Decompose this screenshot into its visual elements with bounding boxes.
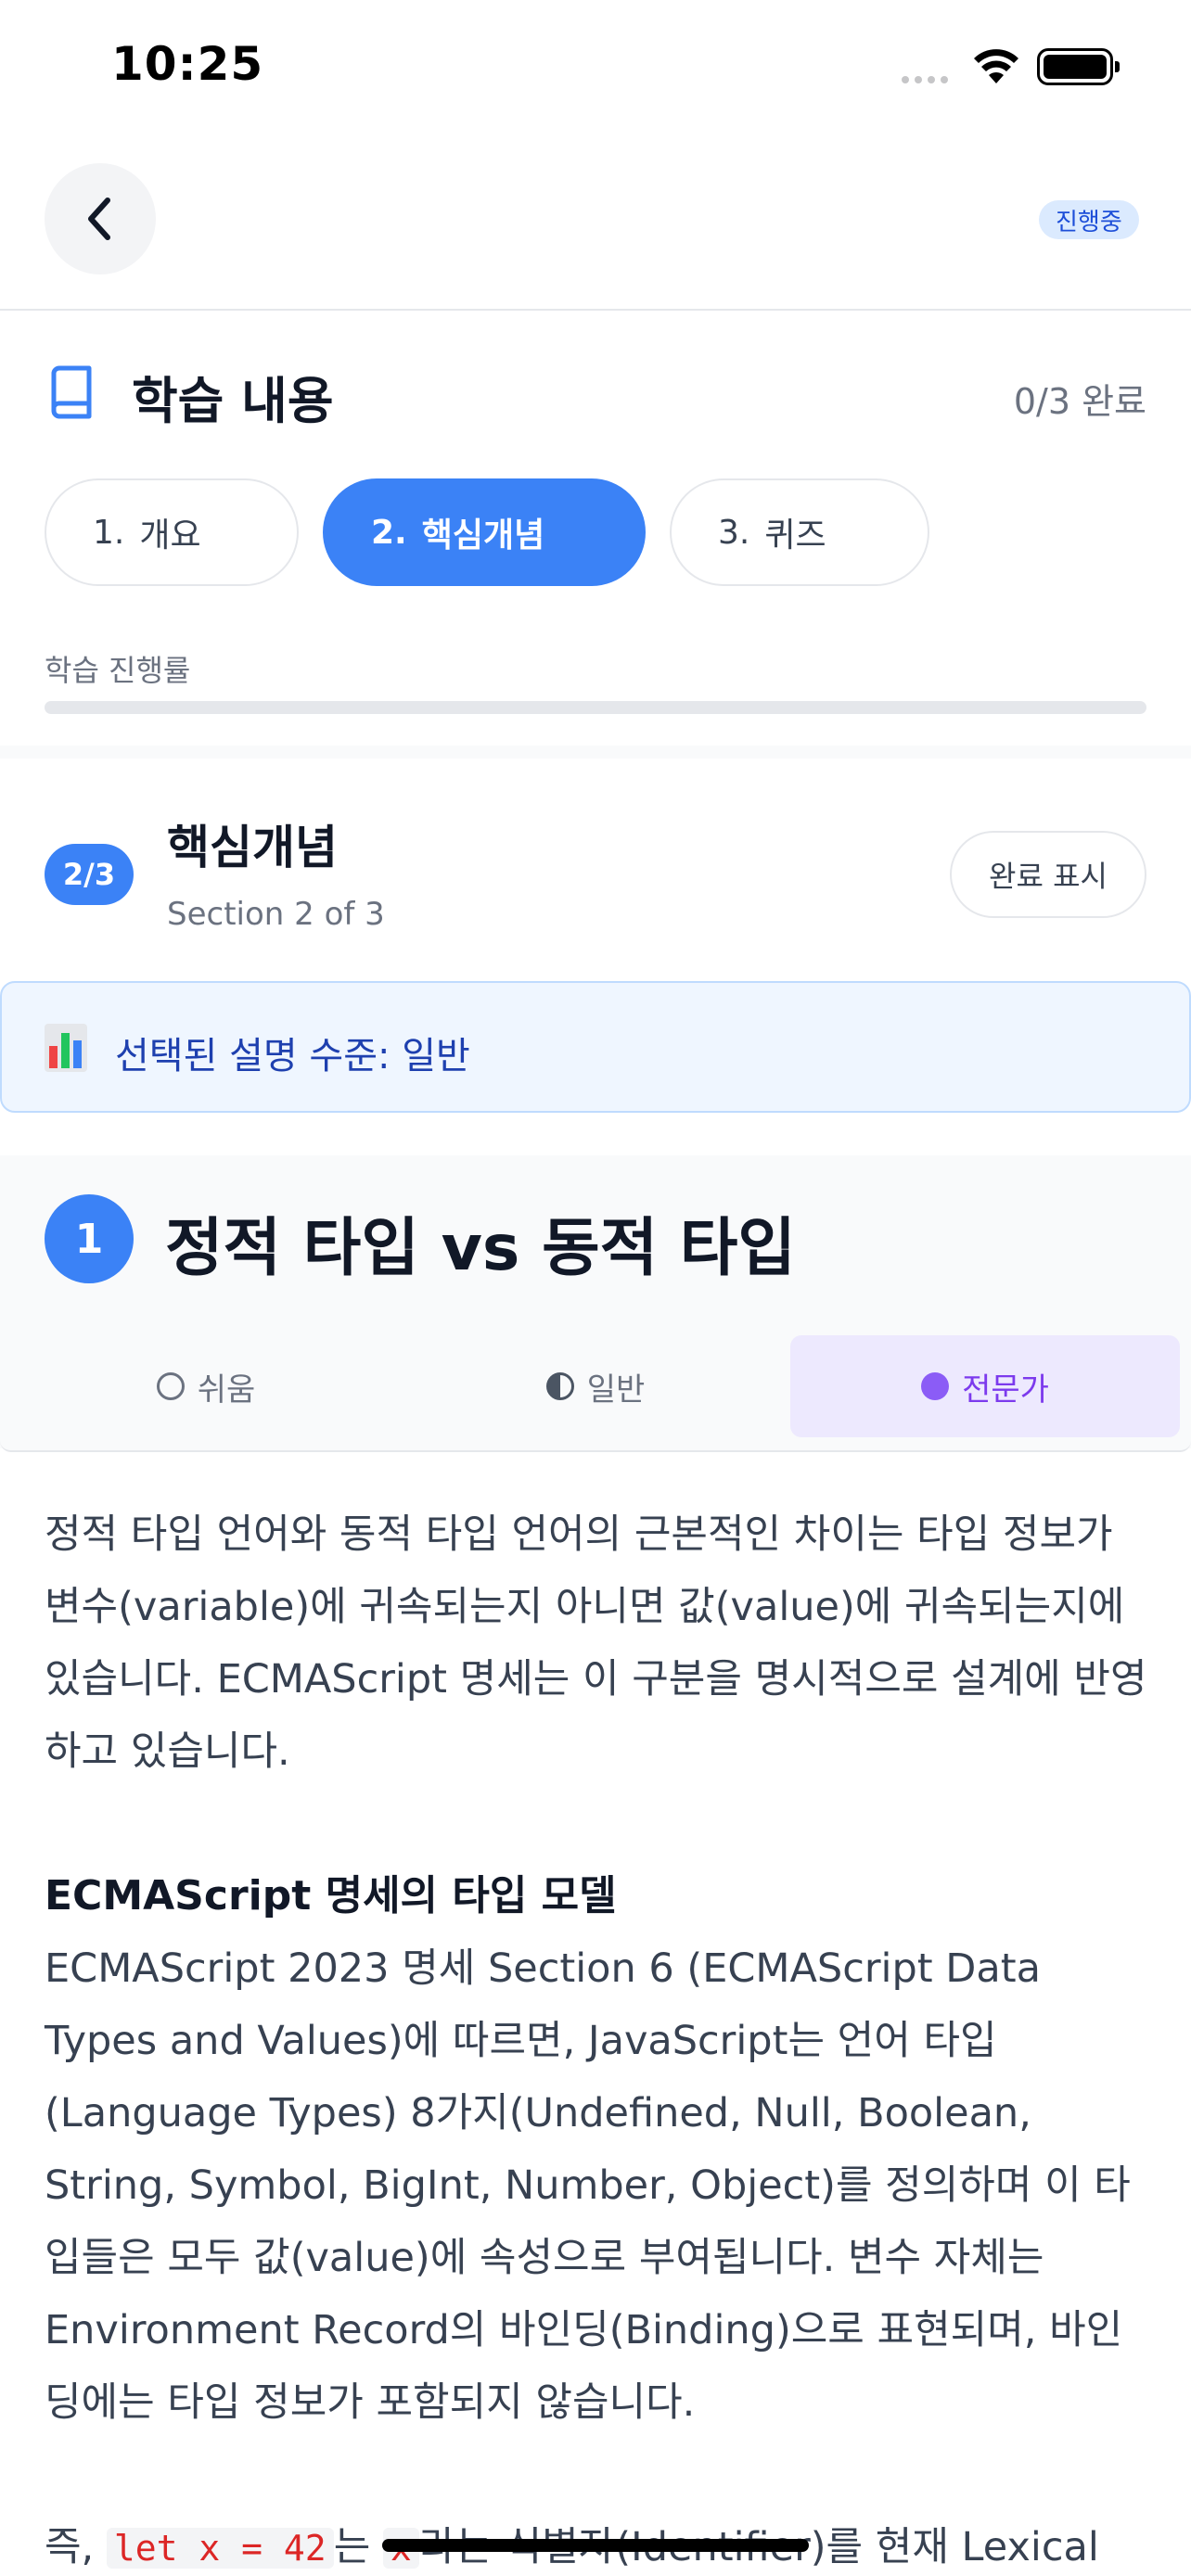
half-circle-icon (545, 1372, 574, 1400)
level-selector: 쉬움 일반 전문가 (0, 1322, 1191, 1452)
battery-icon (1037, 48, 1120, 85)
back-button[interactable] (45, 163, 156, 274)
tab-core-concepts[interactable]: 2. 핵심개념 (323, 478, 646, 586)
level-label: 쉬움 (197, 1371, 256, 1409)
section-subtitle: Section 2 of 3 (167, 896, 385, 933)
tab-number: 2. (371, 513, 407, 552)
level-option-expert[interactable]: 전문가 (790, 1335, 1180, 1437)
section-tabs: 1. 개요 2. 핵심개념 3. 퀴즈 (45, 478, 929, 586)
filled-circle-icon (921, 1372, 950, 1400)
body-paragraph: ECMAScript 2023 명세 Section 6 (ECMAScript… (45, 1945, 1131, 2426)
tab-number: 3. (718, 513, 750, 552)
section-separator (0, 746, 1191, 759)
tab-label: 퀴즈 (764, 516, 826, 555)
chevron-left-icon (88, 198, 110, 240)
cellular-signal-icon (902, 76, 948, 83)
status-time: 10:25 (111, 37, 264, 91)
lesson-content: 정적 타입 언어와 동적 타입 언어의 근본적인 차이는 타입 정보가 변수(v… (45, 1498, 1154, 2576)
progress-bar (45, 701, 1146, 714)
tab-label: 개요 (139, 516, 201, 555)
divider (0, 309, 1191, 311)
explanation-level-banner: 선택된 설명 수준: 일반 (0, 981, 1191, 1113)
text-segment: 는 (333, 2524, 383, 2570)
progress-label: 학습 진행률 (45, 653, 191, 688)
status-badge: 진행중 (1039, 200, 1139, 239)
level-label: 일반 (586, 1371, 646, 1409)
section-index-badge: 2/3 (45, 844, 134, 905)
section-title: 핵심개념 (167, 821, 338, 874)
level-option-normal[interactable]: 일반 (401, 1335, 790, 1437)
bar-chart-icon (45, 1024, 87, 1072)
level-label: 전문가 (962, 1371, 1049, 1409)
tab-label: 핵심개념 (421, 516, 545, 555)
level-option-easy[interactable]: 쉬움 (11, 1335, 401, 1437)
tab-overview[interactable]: 1. 개요 (45, 478, 299, 586)
page-title: 학습 내용 (132, 372, 334, 430)
content-heading: ECMAScript 명세의 타입 모델 (45, 1872, 617, 1919)
inline-code: let x = 42 (106, 2528, 334, 2569)
intro-paragraph: 정적 타입 언어와 동적 타입 언어의 근본적인 차이는 타입 정보가 변수(v… (45, 1511, 1147, 1775)
completion-count: 0/3 완료 (1013, 381, 1146, 422)
topic-number-badge: 1 (45, 1194, 134, 1283)
wifi-icon (974, 49, 1018, 83)
empty-circle-icon (156, 1372, 185, 1400)
home-indicator[interactable] (382, 2539, 809, 2552)
status-bar: 10:25 (0, 0, 1191, 139)
selected-level-text: 선택된 설명 수준: 일반 (115, 1035, 470, 1078)
topic-title: 정적 타입 vs 동적 타입 (165, 1212, 796, 1285)
tab-number: 1. (93, 513, 125, 552)
tab-quiz[interactable]: 3. 퀴즈 (670, 478, 929, 586)
mark-complete-button[interactable]: 완료 표시 (950, 831, 1146, 918)
book-icon (51, 365, 92, 419)
text-segment: 즉, (45, 2524, 107, 2570)
